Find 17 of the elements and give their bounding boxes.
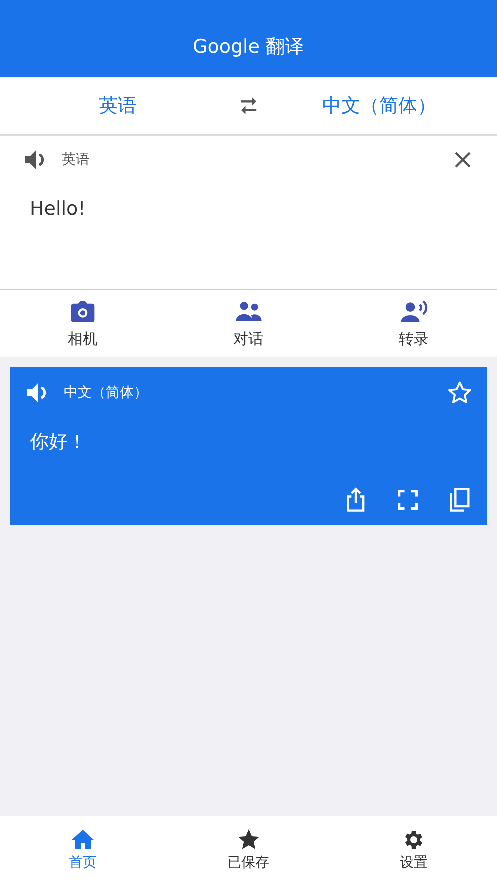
star-icon[interactable] <box>447 380 473 406</box>
nav-tab[interactable]: 已保存 <box>166 816 332 883</box>
mode-button[interactable]: 相机 <box>0 290 166 357</box>
target-language-button[interactable]: 中文（简体） <box>262 84 497 126</box>
input-language-label: 英语 <box>62 151 91 169</box>
fullscreen-icon[interactable] <box>395 487 421 513</box>
source-language-button[interactable]: 英语 <box>0 84 236 126</box>
nav-tab[interactable]: 设置 <box>331 816 497 883</box>
star-icon <box>236 828 262 852</box>
input-text-field[interactable]: Hello! <box>0 174 497 220</box>
home-icon <box>70 828 96 852</box>
result-language-label: 中文（简体） <box>64 384 149 402</box>
translation-text: 你好！ <box>29 430 88 455</box>
app-title: Google 翻译 <box>192 35 304 60</box>
nav-tab[interactable]: 首页 <box>0 816 166 883</box>
mode-button[interactable]: 对话 <box>166 290 332 357</box>
mode-button[interactable]: 转录 <box>331 290 497 357</box>
